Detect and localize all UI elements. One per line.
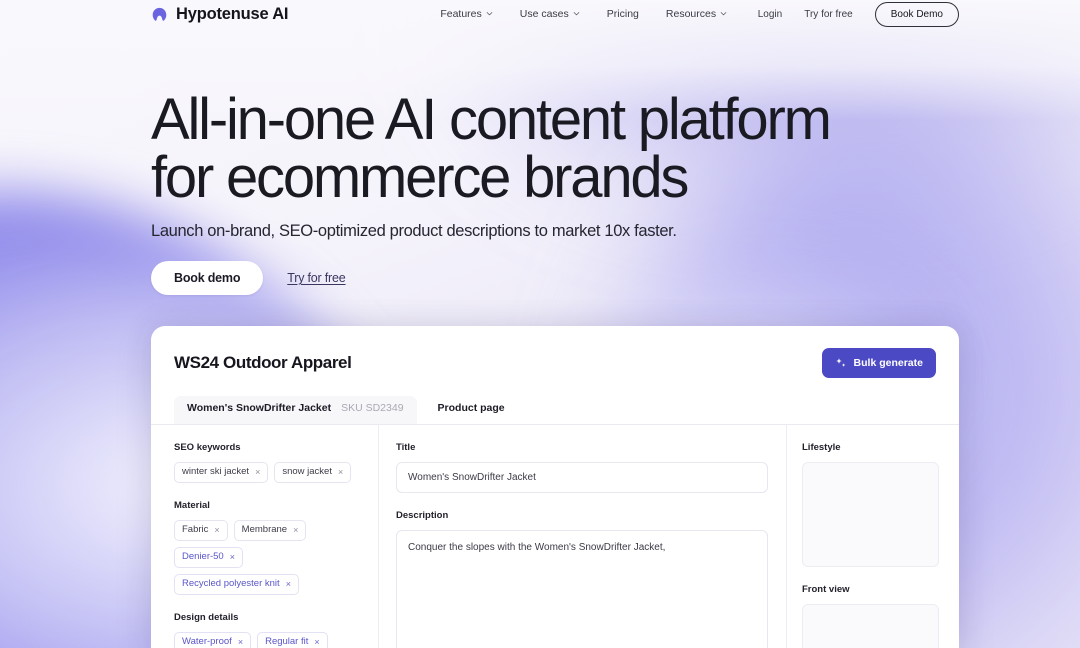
chip[interactable]: winter ski jacket × [174, 462, 269, 483]
lifestyle-image-placeholder[interactable] [802, 462, 939, 567]
chip-label: Membrane [241, 523, 288, 535]
hero-subheadline: Launch on-brand, SEO-optimized product d… [151, 222, 677, 240]
nav-item-features[interactable]: Features [440, 8, 493, 20]
brand-name: Hypotenuse AI [176, 4, 289, 23]
card-body: SEO keywords winter ski jacket × snow ja… [151, 425, 959, 648]
nav-item-use-cases[interactable]: Use cases [520, 8, 580, 20]
material-chips: Fabric × Membrane × Denier-50 × Recycled… [174, 519, 357, 595]
chip[interactable]: Membrane × [233, 519, 307, 541]
secondary-nav-actions: Login Try for free Book Demo [758, 1, 959, 27]
product-editor-card: WS24 Outdoor Apparel Bulk generate Women… [151, 326, 959, 648]
card-header: WS24 Outdoor Apparel Bulk generate [151, 326, 959, 378]
chip-label: winter ski jacket [182, 466, 250, 477]
material-label: Material [174, 499, 210, 511]
chip[interactable]: Denier-50 × [174, 546, 243, 568]
bulk-generate-button[interactable]: Bulk generate [821, 348, 936, 378]
chevron-down-icon [720, 8, 727, 20]
page-title: All-in-one AI content platform for ecomm… [151, 87, 832, 210]
chip-remove-icon[interactable]: × [314, 637, 319, 647]
nav-book-demo-button[interactable]: Book Demo [874, 1, 959, 27]
chip[interactable]: Recycled polyester knit × [174, 573, 299, 595]
title-input[interactable] [396, 462, 768, 493]
primary-nav-links: Features Use cases Pricing Resources [440, 8, 727, 20]
chip[interactable]: Water-proof × [174, 631, 252, 648]
chip-label: Denier-50 [182, 550, 224, 562]
chip-label: Recycled polyester knit [182, 577, 280, 589]
nav-item-resources-label: Resources [665, 8, 717, 20]
tab-womens-snowdrifter-jacket[interactable]: Women's SnowDrifter Jacket SKU SD2349 [174, 396, 417, 424]
media-panel: Lifestyle Front view [787, 425, 959, 648]
tab-product-page[interactable]: Product page [425, 396, 518, 424]
chip-remove-icon[interactable]: × [338, 467, 343, 477]
seo-keyword-chips: winter ski jacket × snow jacket × [174, 462, 357, 483]
nav-try-for-free-link[interactable]: Try for free [804, 9, 853, 20]
front-view-image-group: Front view [802, 584, 939, 648]
seo-keywords-label: SEO keywords [174, 442, 241, 453]
nav-item-resources[interactable]: Resources [666, 8, 727, 20]
design-detail-chips: Water-proof × Regular fit × H2No® Perfor… [174, 631, 357, 648]
chip-remove-icon[interactable]: × [286, 579, 291, 589]
nav-item-features-label: Features [440, 8, 482, 20]
tab-sku: SKU SD2349 [341, 402, 404, 414]
bulk-generate-label: Bulk generate [853, 357, 923, 369]
description-field-group: Description Conquer the slopes with the … [396, 510, 768, 648]
chevron-down-icon [573, 8, 580, 20]
chip-remove-icon[interactable]: × [293, 525, 298, 535]
hero-cta-group: Book demo Try for free [151, 261, 1080, 295]
description-textarea[interactable]: Conquer the slopes with the Women's Snow… [396, 530, 768, 648]
title-field-group: Title [396, 442, 768, 493]
hero-section: All-in-one AI content platform for ecomm… [0, 28, 1080, 295]
front-view-image-placeholder[interactable] [802, 604, 939, 648]
mountain-arch-logo-icon [151, 6, 168, 23]
chip[interactable]: snow jacket × [274, 462, 352, 483]
chip-remove-icon[interactable]: × [238, 637, 243, 647]
chip-remove-icon[interactable]: × [230, 552, 235, 562]
description-label: Description [396, 510, 449, 521]
nav-item-use-cases-label: Use cases [519, 8, 569, 20]
chip-remove-icon[interactable]: × [255, 467, 260, 477]
top-navigation-bar: Hypotenuse AI Features Use cases Pricing… [0, 0, 1080, 28]
chevron-down-icon [486, 8, 493, 20]
chip-label: Regular fit [265, 635, 309, 647]
sparkles-icon [835, 357, 847, 369]
nav-login-link[interactable]: Login [758, 9, 782, 20]
card-title: WS24 Outdoor Apparel [174, 353, 352, 372]
front-view-label: Front view [802, 584, 850, 595]
attributes-panel: SEO keywords winter ski jacket × snow ja… [151, 425, 379, 648]
hero-book-demo-button[interactable]: Book demo [151, 261, 264, 295]
material-group: Material Fabric × Membrane × Denier-50 × [174, 500, 357, 595]
tab-label: Women's SnowDrifter Jacket [187, 402, 332, 414]
chip-label: Water-proof [182, 635, 232, 647]
seo-keywords-group: SEO keywords winter ski jacket × snow ja… [174, 442, 357, 483]
hero-try-for-free-link[interactable]: Try for free [287, 271, 345, 285]
nav-item-pricing-label: Pricing [606, 8, 639, 20]
chip-label: snow jacket [282, 466, 332, 477]
chip-label: Fabric [182, 523, 209, 535]
content-panel: Title Description Conquer the slopes wit… [379, 425, 787, 648]
tab-label: Product page [437, 402, 505, 414]
brand-logo-link[interactable]: Hypotenuse AI [151, 4, 289, 24]
lifestyle-image-group: Lifestyle [802, 442, 939, 567]
chip-remove-icon[interactable]: × [214, 525, 219, 535]
design-details-group: Design details Water-proof × Regular fit… [174, 612, 357, 648]
nav-item-pricing[interactable]: Pricing [607, 8, 639, 20]
chip[interactable]: Fabric × [174, 519, 228, 541]
chip[interactable]: Regular fit × [257, 631, 328, 648]
title-label: Title [396, 442, 416, 453]
design-details-label: Design details [174, 611, 239, 623]
product-tabs: Women's SnowDrifter Jacket SKU SD2349 Pr… [151, 396, 959, 425]
lifestyle-label: Lifestyle [802, 442, 841, 453]
